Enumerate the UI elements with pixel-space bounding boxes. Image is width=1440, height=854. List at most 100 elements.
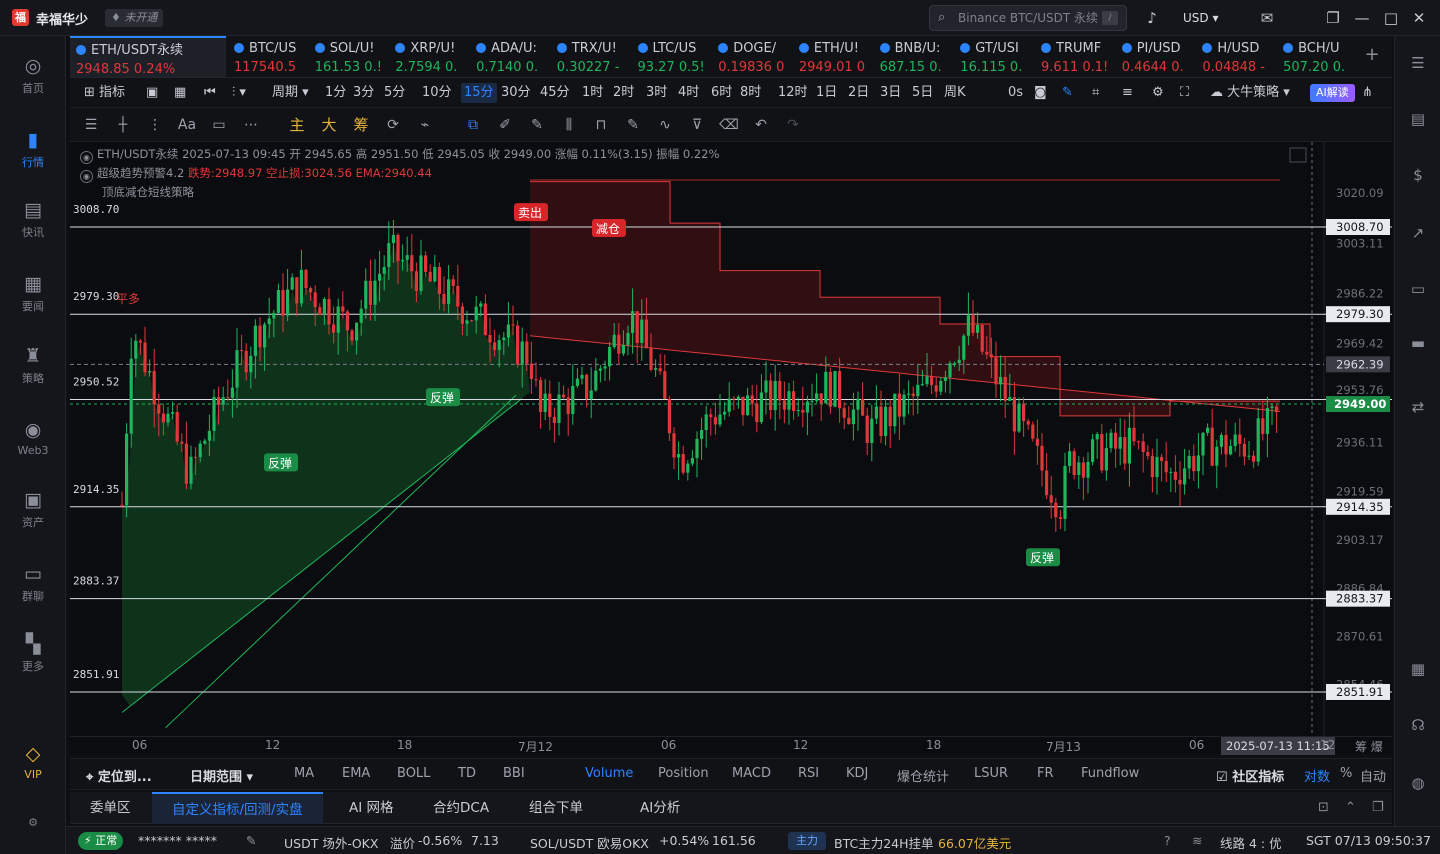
interval-option[interactable]: 8时 [740,83,761,103]
interval-option[interactable]: 5分 [384,83,405,103]
document-icon[interactable]: ▤ [1407,108,1429,130]
interval-option[interactable]: 3时 [646,83,667,103]
candles-icon[interactable]: ⫼ [558,115,580,135]
sub-indicator-option[interactable]: Fundflow [1081,766,1139,781]
lock-icon[interactable]: ⊓ [590,115,612,135]
add-tab-icon[interactable]: + [1363,45,1381,65]
route-status[interactable]: 线路 4 : 优 [1220,833,1282,852]
interval-option[interactable]: 3日 [880,83,901,103]
bell-icon[interactable]: ♪ [1141,7,1163,29]
sidebar-item-9[interactable]: ◇ VIP [0,742,66,798]
percent-scale-toggle[interactable]: % [1340,766,1352,781]
interval-option[interactable]: 6时 [711,83,732,103]
interval-option[interactable]: 12时 [778,83,808,103]
sidebar-item-8[interactable]: ▚ 更多 [0,632,66,688]
membership-badge[interactable]: ♦ 未开通 [105,9,164,27]
close-icon[interactable]: ✕ [1408,7,1430,29]
dollar-icon[interactable]: $ [1407,164,1429,186]
ticker-tab[interactable]: BCH/U 507.20 0. [1277,36,1357,77]
eye-icon[interactable]: ◉ [80,170,93,183]
more-tools-icon[interactable]: ⋯ [240,115,262,135]
search-input[interactable]: ⌕ Binance BTC/USDT 永续 / [929,5,1127,31]
bottom-tab[interactable]: 组合下单 [509,792,603,824]
bottom-tab[interactable]: AI 网格 [329,792,414,824]
redo-icon[interactable]: ↷ [782,115,804,135]
candle-type-icon[interactable]: ⫶ ▾ [232,83,246,103]
trend-icon[interactable]: ↗ [1407,222,1429,244]
period-select[interactable]: 周期 ▾ [272,83,309,103]
bottom-tab[interactable]: 委单区 [70,792,151,824]
candlestick-chart[interactable]: 3020.09 3003.11 2986.22 2969.42 2953.76 2936.… [70,142,1392,736]
ticker-tab[interactable]: PI/USD 0.4644 0. [1116,36,1196,77]
exchange-icon[interactable]: ⇄ [1407,396,1429,418]
indicator-button[interactable]: ⊞ 指标 [84,83,125,103]
log-scale-toggle[interactable]: 对数 [1304,766,1330,785]
monitor-icon[interactable]: ▭ [1407,278,1429,300]
window-icon[interactable]: ❐ [1372,800,1384,815]
lines-icon[interactable]: ≡ [1122,83,1133,103]
indicator-option[interactable]: EMA [342,766,370,781]
sidebar-item-0[interactable]: ◎ 首页 [0,54,66,110]
ticker-tab[interactable]: BTC/US 117540.5 [228,36,308,77]
select-icon[interactable]: ⌗ [1092,83,1099,103]
sub-indicator-option[interactable]: LSUR [974,766,1008,781]
settings-icon[interactable]: ⚙ [0,816,66,854]
replay-icon[interactable]: ⏮ [204,83,216,103]
card-icon[interactable]: ▬ [1407,332,1429,354]
chat-bubble-icon[interactable]: ◍ [1407,772,1429,794]
ticker-tab[interactable]: TRUMF 9.611 0.1! [1035,36,1115,77]
locate-button[interactable]: ⌖ 定位到... [86,766,152,785]
popout-icon[interactable]: ❐ [1322,7,1344,29]
fullscreen-icon[interactable]: ⛶ [1180,83,1189,103]
minimize-icon[interactable]: — [1351,7,1373,29]
sidebar-item-4[interactable]: ♜ 策略 [0,344,66,400]
expand-icon[interactable]: ⊡ [1318,800,1329,815]
strategy-select[interactable]: ☁ 大牛策略 ▾ [1210,83,1290,103]
indicator-option[interactable]: TD [458,766,476,781]
sub-indicator-option[interactable]: RSI [798,766,819,781]
maximize-icon[interactable]: □ [1380,7,1402,29]
chevron-up-icon[interactable]: ⌃ [1345,800,1356,815]
sub-indicator-option[interactable]: FR [1037,766,1054,781]
eye-icon[interactable]: ◉ [80,151,93,164]
sidebar-item-3[interactable]: ▦ 要闻 [0,272,66,328]
interval-option[interactable]: 2日 [848,83,869,103]
ticker-tab[interactable]: ETH/U! 2949.01 0 [793,36,873,77]
interval-option[interactable]: 45分 [540,83,570,103]
interval-option[interactable]: 1日 [816,83,837,103]
ticker-tab[interactable]: TRX/U! 0.30227 - [551,36,631,77]
help-icon[interactable]: ? [1164,833,1171,848]
interval-option[interactable]: 周K [944,83,966,103]
bottom-tab[interactable]: 自定义指标/回测/实盘 [152,792,323,824]
eraser-icon[interactable]: ✐ [494,115,516,135]
ticker-tab[interactable]: ADA/U: 0.7140 0. [470,36,550,77]
interval-option[interactable]: 4时 [678,83,699,103]
list-icon[interactable]: ☰ [1407,52,1429,74]
calendar-icon[interactable]: ▣ [146,83,158,103]
sidebar-item-2[interactable]: ▤ 快讯 [0,198,66,254]
interval-option[interactable]: 1时 [582,83,603,103]
interval-option[interactable]: 1分 [325,83,346,103]
community-indicator-button[interactable]: ☑ 社区指标 [1216,766,1284,785]
layout-icon[interactable]: ▦ [1407,658,1429,680]
big-order-button[interactable]: 大 [318,115,340,135]
interval-option[interactable]: 15分 [461,83,497,103]
interval-option[interactable]: 3分 [353,83,374,103]
draw-icon[interactable]: ✎ [526,115,548,135]
sidebar-item-1[interactable]: ▮ 行情 [0,128,66,184]
notes-icon[interactable]: ✎ [622,115,644,135]
horizontal-line-icon[interactable]: ┼ [112,115,134,135]
date-range-select[interactable]: 日期范围 ▾ [190,766,253,785]
indicator-option[interactable]: MA [294,766,314,781]
settings-icon[interactable]: ⚙ [1152,83,1164,103]
sub-indicator-option[interactable]: Volume [585,766,633,781]
text-icon[interactable]: Aa [176,115,198,135]
sidebar-item-7[interactable]: ▭ 群聊 [0,562,66,618]
edit-icon[interactable]: ✎ [246,833,256,848]
chip-button[interactable]: 筹 [350,115,372,135]
pen-icon[interactable]: ✎ [1062,83,1073,103]
ai-interpret-button[interactable]: AI解读 [1310,84,1355,102]
magnet-icon[interactable]: ∿ [654,115,676,135]
menu-icon[interactable]: ☰ [80,115,102,135]
ticker-tab[interactable]: DOGE/0.19836 0 [712,36,792,77]
